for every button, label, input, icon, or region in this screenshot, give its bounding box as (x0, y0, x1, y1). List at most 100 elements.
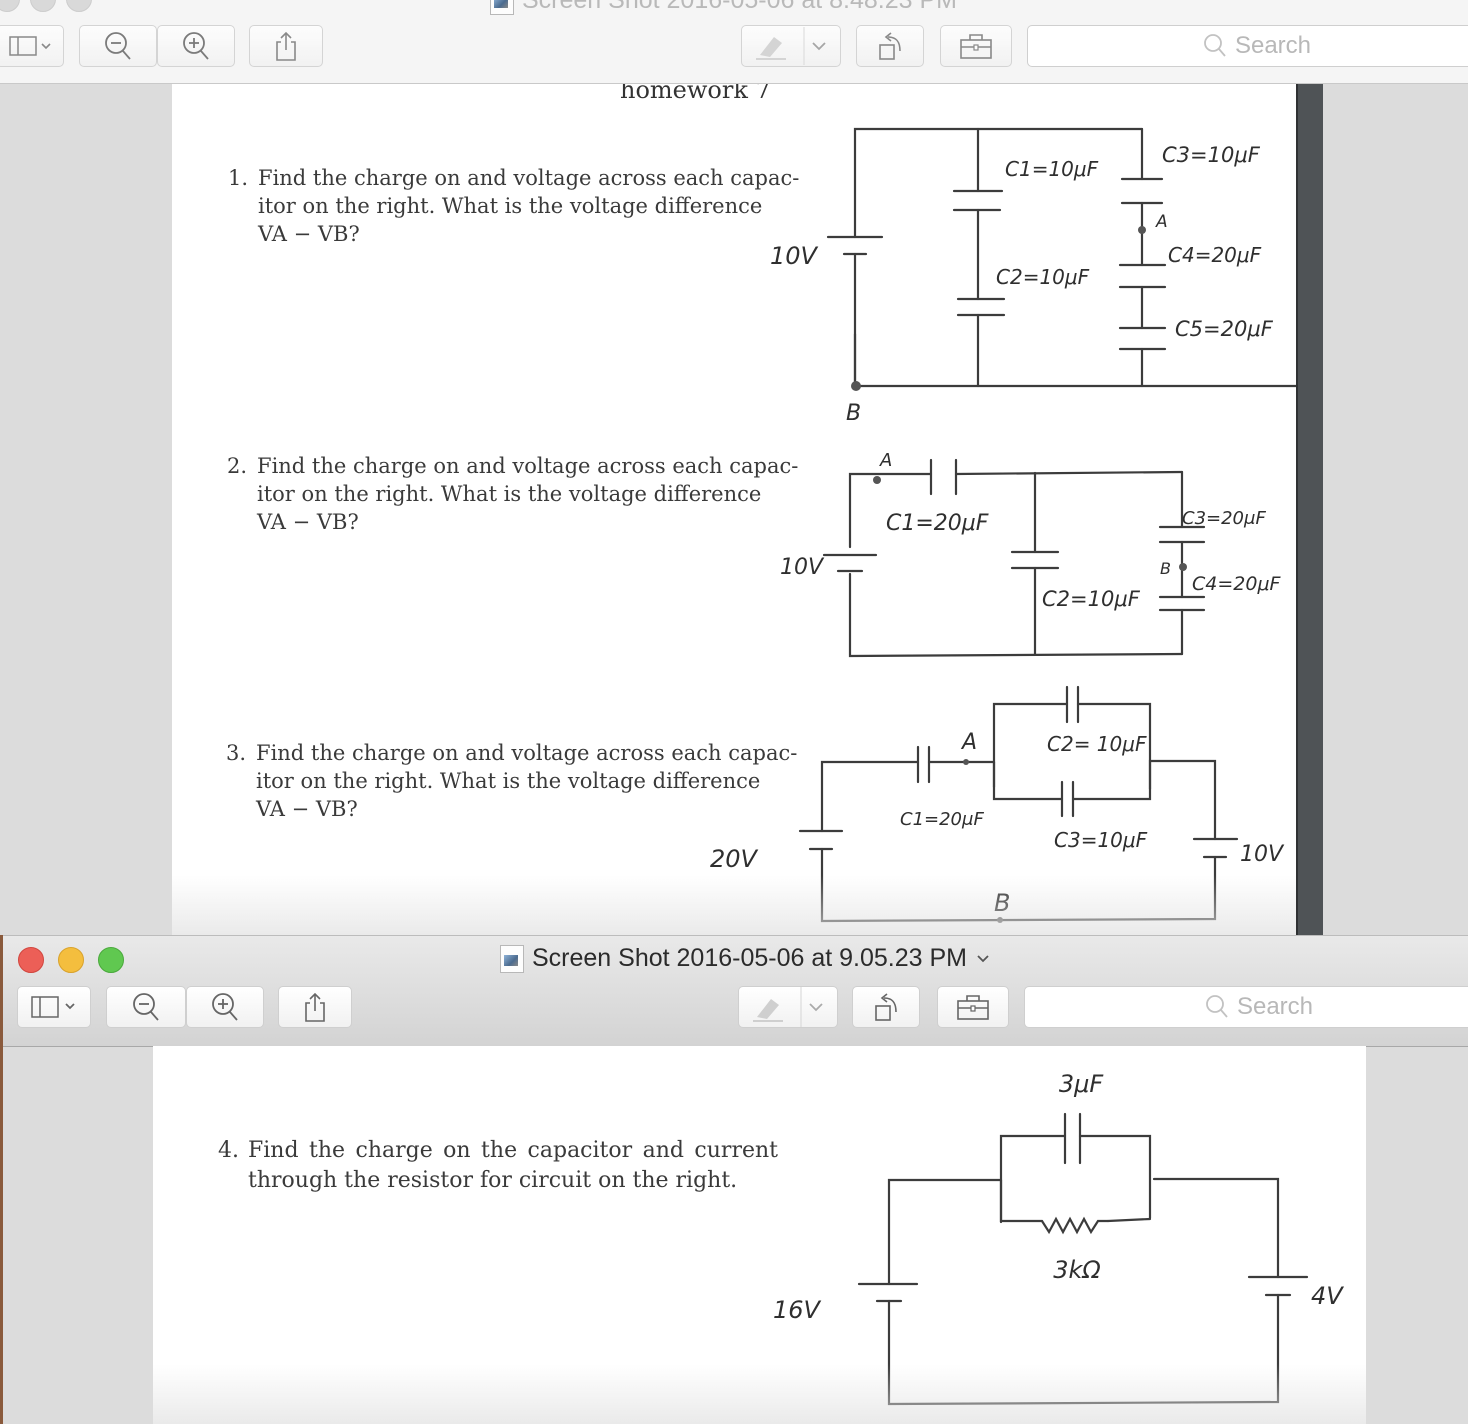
maximize-button[interactable] (66, 0, 92, 12)
toolbar-front: Screen Shot 2016-05-06 at 9.05.23 PM Sea… (3, 935, 1468, 1047)
problem-4-text: 4. Find the charge on the capacitor and … (218, 1136, 778, 1196)
document-icon (500, 944, 524, 973)
toolbox-icon (960, 34, 992, 59)
zoom-in-button[interactable] (157, 25, 235, 67)
rotate-button[interactable] (856, 25, 924, 67)
share-button[interactable] (249, 25, 323, 67)
zoom-in-icon (212, 993, 238, 1021)
problem-line: Find the charge on and voltage across ea… (256, 741, 798, 765)
circuit-diagram-2: 10V C1=20μF C2=10μF C3=20μF C4=20μF A B (780, 450, 1282, 658)
capacitor-label: C2=10μF (996, 265, 1090, 289)
node-a-label: A (960, 730, 977, 755)
sidebar-toggle-button[interactable] (17, 986, 91, 1028)
document-icon (490, 0, 514, 15)
battery-label: 10V (770, 242, 819, 270)
zoom-in-icon (183, 32, 209, 60)
sidebar-toggle-button[interactable] (0, 25, 64, 67)
capacitor-label: C5=20μF (1175, 317, 1274, 341)
sidebar-icon (31, 996, 75, 1018)
node-a-label: A (879, 450, 892, 471)
battery-right-symbol (1192, 837, 1239, 859)
share-icon (276, 31, 296, 61)
chevron-down-icon[interactable] (975, 953, 991, 965)
search-field[interactable]: Search (1027, 25, 1468, 67)
capacitor-label: C1=10μF (1005, 157, 1099, 181)
capacitor-c2-symbol (1065, 685, 1080, 724)
problem-line: itor on the right. What is the voltage d… (258, 194, 763, 218)
markup-pen-icon (756, 27, 805, 65)
minimize-button[interactable] (30, 0, 56, 12)
capacitor-c3-symbol (1158, 525, 1206, 544)
battery-left-symbol (857, 1282, 919, 1303)
circuit-2-wires (848, 470, 1184, 658)
toolbar-back: Screen Shot 2016-05-06 at 8.48.23 PM Sea… (0, 0, 1468, 84)
problem-number: 2. (227, 454, 248, 478)
rotate-button[interactable] (852, 986, 920, 1028)
battery-symbol (826, 235, 884, 388)
zoom-out-icon (133, 993, 159, 1021)
node-a-dot (963, 759, 969, 765)
document-page: homework 7 1. Find the charge on and vol… (172, 84, 1296, 935)
capacitor-label: C4=20μF (1192, 573, 1282, 595)
node-b-label: B (846, 401, 861, 426)
capacitor-c5-symbol (1118, 326, 1167, 351)
problem-2-text: 2. Find the charge on and voltage across… (227, 452, 798, 536)
problem-line: itor on the right. What is the voltage d… (256, 769, 761, 793)
problem-line: Find the charge on and voltage across ea… (258, 166, 800, 190)
search-field[interactable]: Search (1024, 986, 1468, 1028)
capacitor-label: C1=20μF (900, 809, 984, 830)
share-button[interactable] (278, 986, 352, 1028)
problem-line: VA − VB? (258, 222, 360, 246)
problem-1-text: 1. Find the charge on and voltage across… (228, 164, 800, 248)
close-button[interactable] (18, 947, 44, 973)
circuit-diagram-4: 3μF 3kΩ 16V 4V (773, 1070, 1344, 1406)
battery-right-label: 4V (1311, 1282, 1344, 1310)
capacitor-c4-symbol (1118, 263, 1167, 289)
page-edge-divider (1296, 84, 1323, 935)
node-a-dot (873, 476, 881, 484)
zoom-in-button[interactable] (186, 986, 264, 1028)
node-b-dot (997, 917, 1003, 923)
toolbox-button[interactable] (940, 25, 1012, 67)
window-title[interactable]: Screen Shot 2016-05-06 at 9.05.23 PM (500, 944, 991, 973)
markup-button[interactable] (738, 986, 838, 1028)
node-a-dot (1138, 226, 1146, 234)
window-title-text: Screen Shot 2016-05-06 at 8.48.23 PM (522, 0, 958, 14)
battery-left-label: 16V (773, 1296, 822, 1324)
minimize-button[interactable] (58, 947, 84, 973)
capacitor-c2-symbol (956, 297, 1006, 317)
capacitor-c3-symbol (1060, 780, 1075, 818)
battery-label: 10V (780, 555, 825, 580)
zoom-out-button[interactable] (79, 25, 157, 67)
battery-left-label: 20V (710, 845, 759, 873)
capacitor-c1-symbol (929, 458, 958, 496)
maximize-button[interactable] (98, 947, 124, 973)
toolbox-button[interactable] (937, 986, 1009, 1028)
preview-window-front: Screen Shot 2016-05-06 at 9.05.23 PM Sea… (0, 935, 1468, 1424)
resistor-label: 3kΩ (1053, 1256, 1101, 1284)
circuit-diagram-1: 10V C1=10μF C2=10μF C3=10μF C4=20μF C5=2… (770, 127, 1296, 426)
share-icon (305, 992, 325, 1022)
document-page: 4. Find the charge on the capacitor and … (153, 1046, 1366, 1424)
close-button[interactable] (0, 0, 20, 12)
markup-pen-icon (753, 987, 802, 1027)
circuit-3-wires (820, 702, 1217, 923)
capacitor-label: C1=20μF (886, 511, 989, 536)
chevron-down-icon[interactable] (807, 1001, 825, 1013)
chevron-down-icon[interactable] (810, 40, 828, 52)
node-b-label: B (994, 889, 1010, 917)
preview-window-back: Screen Shot 2016-05-06 at 8.48.23 PM Sea… (0, 0, 1468, 935)
zoom-out-button[interactable] (106, 986, 186, 1028)
capacitor-label: 3μF (1059, 1070, 1105, 1098)
capacitor-label: C3=20μF (1182, 508, 1266, 529)
node-b-label: B (1160, 559, 1171, 578)
capacitor-c2-symbol (1010, 550, 1060, 570)
markup-button[interactable] (741, 25, 841, 67)
window-title: Screen Shot 2016-05-06 at 8.48.23 PM (490, 0, 957, 15)
circuit-diagram-3: 20V 10V C1=20μF C2= 10μF C3=10μF A B (710, 685, 1285, 923)
sidebar-icon (9, 36, 51, 56)
search-icon (1204, 34, 1226, 57)
toolbox-icon (957, 995, 989, 1020)
capacitor-label: C2= 10μF (1047, 732, 1147, 756)
problem-line: itor on the right. What is the voltage d… (257, 482, 762, 506)
